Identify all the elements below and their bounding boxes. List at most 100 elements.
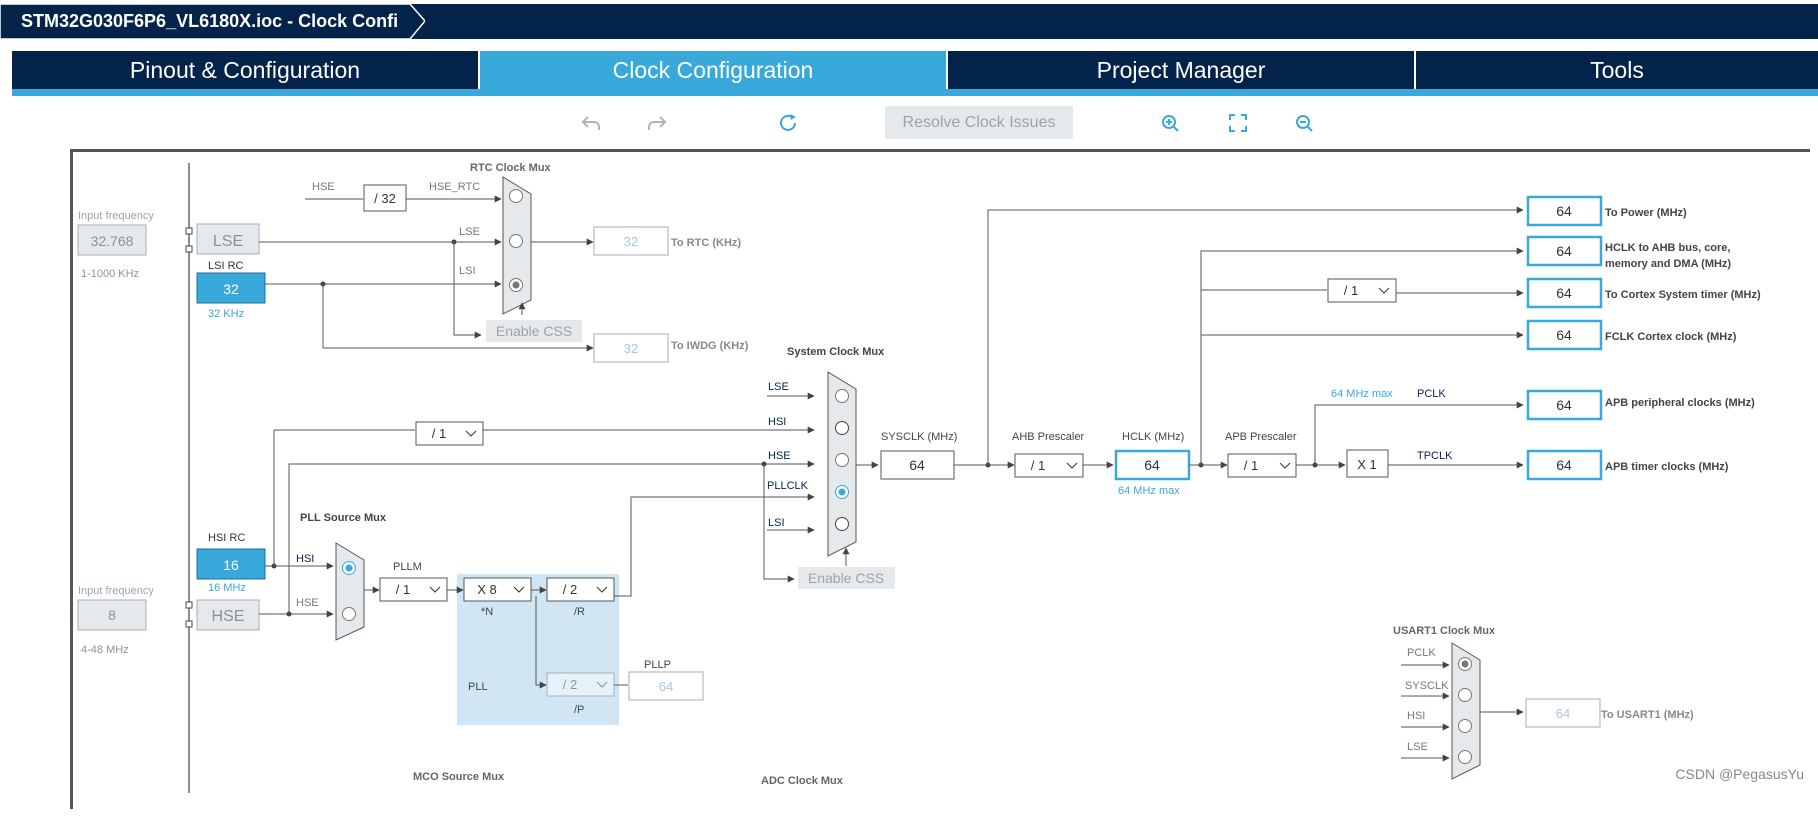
hclk-ahb-value: 64 — [1556, 243, 1572, 259]
tab-pinout-configuration[interactable]: Pinout & Configuration — [12, 51, 480, 89]
lse-input-value: 32.768 — [91, 233, 134, 249]
sysclk-label: SYSCLK (MHz) — [881, 431, 957, 443]
to-power-value: 64 — [1556, 203, 1572, 219]
clock-tree-diagram: Input frequency 32.768 1-1000 KHz LSE LS… — [77, 162, 1761, 793]
rtc-mux-radio-lse[interactable] — [509, 234, 523, 248]
pll-n-value: X 8 — [477, 582, 497, 597]
iwdg-output-label: To IWDG (KHz) — [671, 340, 749, 352]
pll-src-hsi-label: HSI — [296, 553, 314, 565]
pll-src-radio-hse[interactable] — [342, 607, 356, 621]
apb-timer-value: 64 — [1556, 457, 1572, 473]
lse-range: 1-1000 KHz — [81, 268, 139, 280]
hclk-label: HCLK (MHz) — [1122, 431, 1184, 443]
pll-r-label: /R — [574, 606, 585, 618]
hse-pin — [185, 601, 193, 609]
hsi-rc-value: 16 — [223, 557, 239, 573]
usart-input-pclk: PCLK — [1407, 647, 1436, 659]
pll-r-value: / 2 — [563, 582, 577, 597]
rtc-lse-label: LSE — [459, 226, 480, 238]
sysmux-radio-lsi[interactable] — [835, 517, 849, 531]
window-title: STM32G030F6P6_VL6180X.ioc - Clock Confi — [21, 11, 399, 31]
apb-prescaler-dropdown[interactable] — [1227, 453, 1297, 478]
hse-block-label: HSE — [212, 608, 245, 625]
zoom-in-icon[interactable] — [1158, 111, 1182, 135]
refresh-icon[interactable] — [776, 111, 800, 135]
hse-input-value: 8 — [108, 607, 116, 623]
pll-area-label: PLL — [468, 681, 488, 693]
to-power-label: To Power (MHz) — [1605, 207, 1687, 219]
sysclk-value: 64 — [909, 457, 925, 473]
hclk-ahb-label-2: memory and DMA (MHz) — [1605, 258, 1731, 270]
pll-source-mux — [335, 542, 365, 641]
ahb-prescaler-dropdown[interactable] — [1014, 453, 1084, 478]
pll-source-mux-title: PLL Source Mux — [300, 512, 387, 524]
rtc-hse-divider-value: / 32 — [374, 191, 396, 206]
hse-pin-2 — [185, 620, 193, 628]
usart-radio-pclk-dot — [1461, 660, 1469, 668]
fit-to-screen-icon[interactable] — [1226, 111, 1250, 135]
cortex-divider-value: / 1 — [1344, 283, 1358, 298]
rtc-mux-radio-hse[interactable] — [509, 189, 523, 203]
iwdg-output-value: 32 — [624, 341, 638, 356]
main-tabs: Pinout & Configuration Clock Configurati… — [12, 51, 1818, 89]
pclk-label: PCLK — [1417, 388, 1446, 400]
lse-pin-2 — [185, 245, 193, 253]
usart-input-hsi: HSI — [1407, 710, 1425, 722]
usart-input-lse: LSE — [1407, 741, 1428, 753]
timer-multiplier-value: X 1 — [1357, 457, 1377, 472]
lse-pin — [185, 227, 193, 235]
pll-p-label: /P — [574, 704, 584, 716]
output-apb-timer: 64 APB timer clocks (MHz) — [1526, 449, 1729, 481]
rtc-output-value: 32 — [624, 234, 638, 249]
apb-peripheral-value: 64 — [1556, 397, 1572, 413]
clock-tree-canvas: Input frequency 32.768 1-1000 KHz LSE LS… — [70, 149, 1810, 809]
sysmux-radio-pllclk-dot — [838, 488, 846, 496]
lsi-rc-value: 32 — [223, 281, 239, 297]
sysmux-radio-hsi[interactable] — [835, 421, 849, 435]
wire-pllr-sysmux — [614, 493, 815, 597]
sysmux-input-hsi: HSI — [768, 416, 786, 428]
redo-icon[interactable] — [645, 111, 669, 135]
apb-prescaler-label: APB Prescaler — [1225, 431, 1297, 443]
sysmux-radio-hse[interactable] — [835, 453, 849, 467]
usart1-output-label: To USART1 (MHz) — [1601, 709, 1694, 721]
usart-radio-hsi[interactable] — [1458, 719, 1472, 733]
tab-tools[interactable]: Tools — [1416, 51, 1818, 89]
hclk-value: 64 — [1144, 457, 1160, 473]
hclk-max: 64 MHz max — [1118, 485, 1180, 497]
rtc-lsi-label: LSI — [459, 265, 476, 277]
sysmux-radio-lse[interactable] — [835, 389, 849, 403]
adc-clock-mux-title: ADC Clock Mux — [761, 775, 844, 787]
pllp-output-value: 64 — [659, 679, 673, 694]
rtc-enable-css-label: Enable CSS — [496, 323, 572, 339]
zoom-out-icon[interactable] — [1292, 111, 1316, 135]
hsi-freq: 16 MHz — [208, 582, 246, 594]
output-cortex-timer: 64 To Cortex System timer (MHz) — [1526, 277, 1761, 309]
usart-radio-sysclk[interactable] — [1458, 688, 1472, 702]
system-clock-mux-title: System Clock Mux — [787, 346, 885, 358]
rtc-mux-title: RTC Clock Mux — [470, 162, 552, 174]
hsi-divider-value: / 1 — [432, 426, 446, 441]
usart1-mux-title: USART1 Clock Mux — [1393, 625, 1496, 637]
undo-icon[interactable] — [579, 111, 603, 135]
rtc-mux-radio-lsi-dot — [512, 281, 520, 289]
resolve-clock-issues-button[interactable]: Resolve Clock Issues — [885, 106, 1073, 139]
tab-clock-configuration[interactable]: Clock Configuration — [480, 51, 948, 89]
pll-n-label: *N — [481, 606, 493, 618]
lse-input-caption: Input frequency — [78, 210, 154, 222]
hse-input-caption: Input frequency — [78, 585, 154, 597]
tab-project-manager[interactable]: Project Manager — [948, 51, 1416, 89]
sysmux-input-hse: HSE — [768, 450, 791, 462]
usart-radio-lse[interactable] — [1458, 750, 1472, 764]
title-bar: STM32G030F6P6_VL6180X.ioc - Clock Confi — [0, 0, 1818, 40]
rtc-output-label: To RTC (KHz) — [671, 237, 741, 249]
sysmux-input-lse: LSE — [768, 381, 789, 393]
ahb-prescaler-label: AHB Prescaler — [1012, 431, 1084, 443]
pllm-value: / 1 — [396, 582, 410, 597]
pllp-label: PLLP — [644, 659, 671, 671]
output-apb-peripheral: 64 APB peripheral clocks (MHz) — [1526, 389, 1755, 421]
fclk-value: 64 — [1556, 327, 1572, 343]
ahb-prescaler-value: / 1 — [1031, 458, 1045, 473]
mco-source-mux-title: MCO Source Mux — [413, 771, 505, 783]
apb-timer-label: APB timer clocks (MHz) — [1605, 461, 1729, 473]
